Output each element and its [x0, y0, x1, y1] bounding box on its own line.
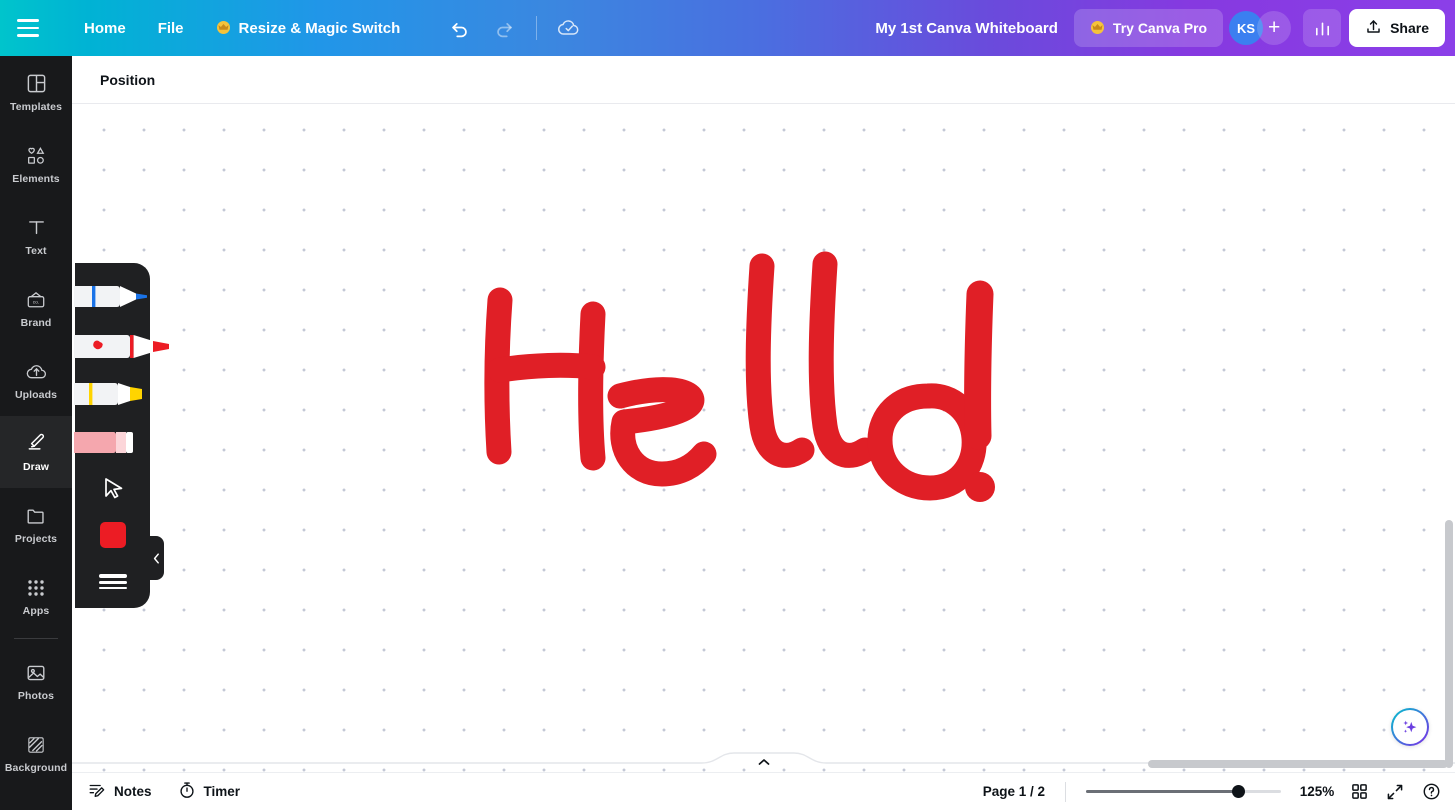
- file-menu-button[interactable]: File: [144, 10, 198, 46]
- magic-sparkle-icon: [1403, 720, 1417, 733]
- document-title[interactable]: My 1st Canva Whiteboard: [859, 20, 1074, 37]
- sidebar-divider: [14, 638, 58, 639]
- position-button[interactable]: Position: [92, 64, 163, 96]
- redo-icon[interactable]: [484, 8, 524, 48]
- crown-icon: [216, 20, 231, 36]
- toolbar-divider: [536, 16, 538, 40]
- sidebar-item-draw[interactable]: Draw: [0, 416, 72, 488]
- elements-icon: [24, 144, 48, 168]
- home-button[interactable]: Home: [70, 10, 140, 46]
- magic-sparkle-button[interactable]: [1391, 708, 1429, 746]
- uploads-icon: [24, 360, 48, 384]
- whiteboard-canvas[interactable]: [72, 104, 1455, 772]
- sidebar-label: Uploads: [14, 388, 58, 401]
- background-icon: [24, 733, 48, 757]
- resize-magic-switch-button[interactable]: Resize & Magic Switch: [202, 10, 415, 46]
- sidebar-item-text[interactable]: Text: [0, 200, 72, 272]
- zoom-level[interactable]: 125%: [1295, 784, 1339, 799]
- notes-button[interactable]: Notes: [78, 777, 162, 807]
- sidebar-item-elements[interactable]: Elements: [0, 128, 72, 200]
- sidebar-item-apps[interactable]: Apps: [0, 560, 72, 632]
- add-collaborator-button[interactable]: +: [1257, 11, 1292, 45]
- zoom-slider-knob[interactable]: [1231, 785, 1245, 798]
- collapse-panel-button[interactable]: [148, 536, 164, 580]
- resize-magic-switch-label: Resize & Magic Switch: [238, 19, 401, 37]
- expand-icon[interactable]: [1379, 777, 1411, 807]
- horizontal-scrollbar[interactable]: [1148, 760, 1448, 768]
- marker-tool[interactable]: [74, 329, 174, 363]
- exclamation-dot: [965, 472, 995, 502]
- undo-icon[interactable]: [440, 8, 480, 48]
- handwritten-artwork[interactable]: [72, 104, 1455, 772]
- position-toolbar: Position: [72, 56, 1455, 104]
- timer-label: Timer: [203, 784, 241, 799]
- sidebar-item-background[interactable]: Background: [0, 717, 72, 789]
- timer-button[interactable]: Timer: [168, 777, 251, 807]
- brand-icon: co.: [24, 288, 48, 312]
- sidebar-label: Elements: [12, 172, 60, 185]
- sidebar-item-templates[interactable]: Templates: [0, 56, 72, 128]
- page-indicator[interactable]: Page 1 / 2: [969, 784, 1059, 799]
- sidebar-label: Apps: [22, 604, 50, 617]
- hamburger-icon[interactable]: [0, 0, 56, 56]
- sidebar-item-projects[interactable]: Projects: [0, 488, 72, 560]
- sidebar-label: Templates: [9, 100, 63, 113]
- chevron-up-icon[interactable]: [755, 755, 773, 769]
- sidebar-label: Draw: [22, 460, 50, 473]
- canva-editor-window: Home File Resize & Magic Switch My 1st C…: [0, 0, 1455, 810]
- templates-icon: [24, 72, 48, 96]
- notes-pencil-icon: [88, 781, 106, 802]
- share-button[interactable]: Share: [1349, 9, 1445, 47]
- sidebar-label: Background: [4, 761, 68, 774]
- stroke-thickness-icon[interactable]: [99, 569, 127, 593]
- active-color-swatch[interactable]: [100, 522, 126, 548]
- sidebar-label: Text: [25, 244, 47, 257]
- share-label: Share: [1390, 20, 1429, 36]
- sidebar-item-uploads[interactable]: Uploads: [0, 344, 72, 416]
- sidebar-label: Photos: [17, 689, 55, 702]
- grid-view-icon[interactable]: [1343, 777, 1375, 807]
- bottombar-divider: [1065, 781, 1066, 802]
- text-icon: [24, 216, 48, 240]
- upload-icon: [1365, 18, 1382, 38]
- stopwatch-icon: [178, 781, 196, 802]
- help-question-icon[interactable]: [1415, 777, 1447, 807]
- left-sidebar: Templates Elements Text co. Brand Upload…: [0, 56, 72, 810]
- try-canva-pro-label: Try Canva Pro: [1112, 20, 1208, 36]
- notes-label: Notes: [114, 784, 152, 799]
- sidebar-label: Projects: [14, 532, 58, 545]
- highlighter-tool[interactable]: [74, 377, 150, 409]
- top-toolbar: Home File Resize & Magic Switch My 1st C…: [0, 0, 1455, 56]
- bottom-toolbar: Notes Timer Page 1 / 2 125%: [72, 772, 1455, 810]
- insights-button[interactable]: [1303, 9, 1342, 47]
- cloud-check-icon[interactable]: [549, 8, 589, 48]
- eraser-tool[interactable]: [74, 427, 150, 457]
- sidebar-item-photos[interactable]: Photos: [0, 645, 72, 717]
- zoom-slider-fill: [1086, 790, 1239, 793]
- try-canva-pro-button[interactable]: Try Canva Pro: [1073, 9, 1224, 47]
- draw-tools-panel: [74, 263, 169, 608]
- svg-text:co.: co.: [33, 300, 40, 305]
- crown-icon: [1090, 20, 1105, 36]
- pen-tool[interactable]: [74, 280, 150, 312]
- draw-icon: [24, 432, 48, 456]
- apps-icon: [24, 576, 48, 600]
- projects-icon: [24, 504, 48, 528]
- photos-icon: [24, 661, 48, 685]
- sidebar-item-brand[interactable]: co. Brand: [0, 272, 72, 344]
- sidebar-label: Brand: [20, 316, 52, 329]
- vertical-scrollbar[interactable]: [1445, 520, 1453, 768]
- zoom-slider[interactable]: [1086, 784, 1281, 800]
- select-tool[interactable]: [101, 475, 127, 503]
